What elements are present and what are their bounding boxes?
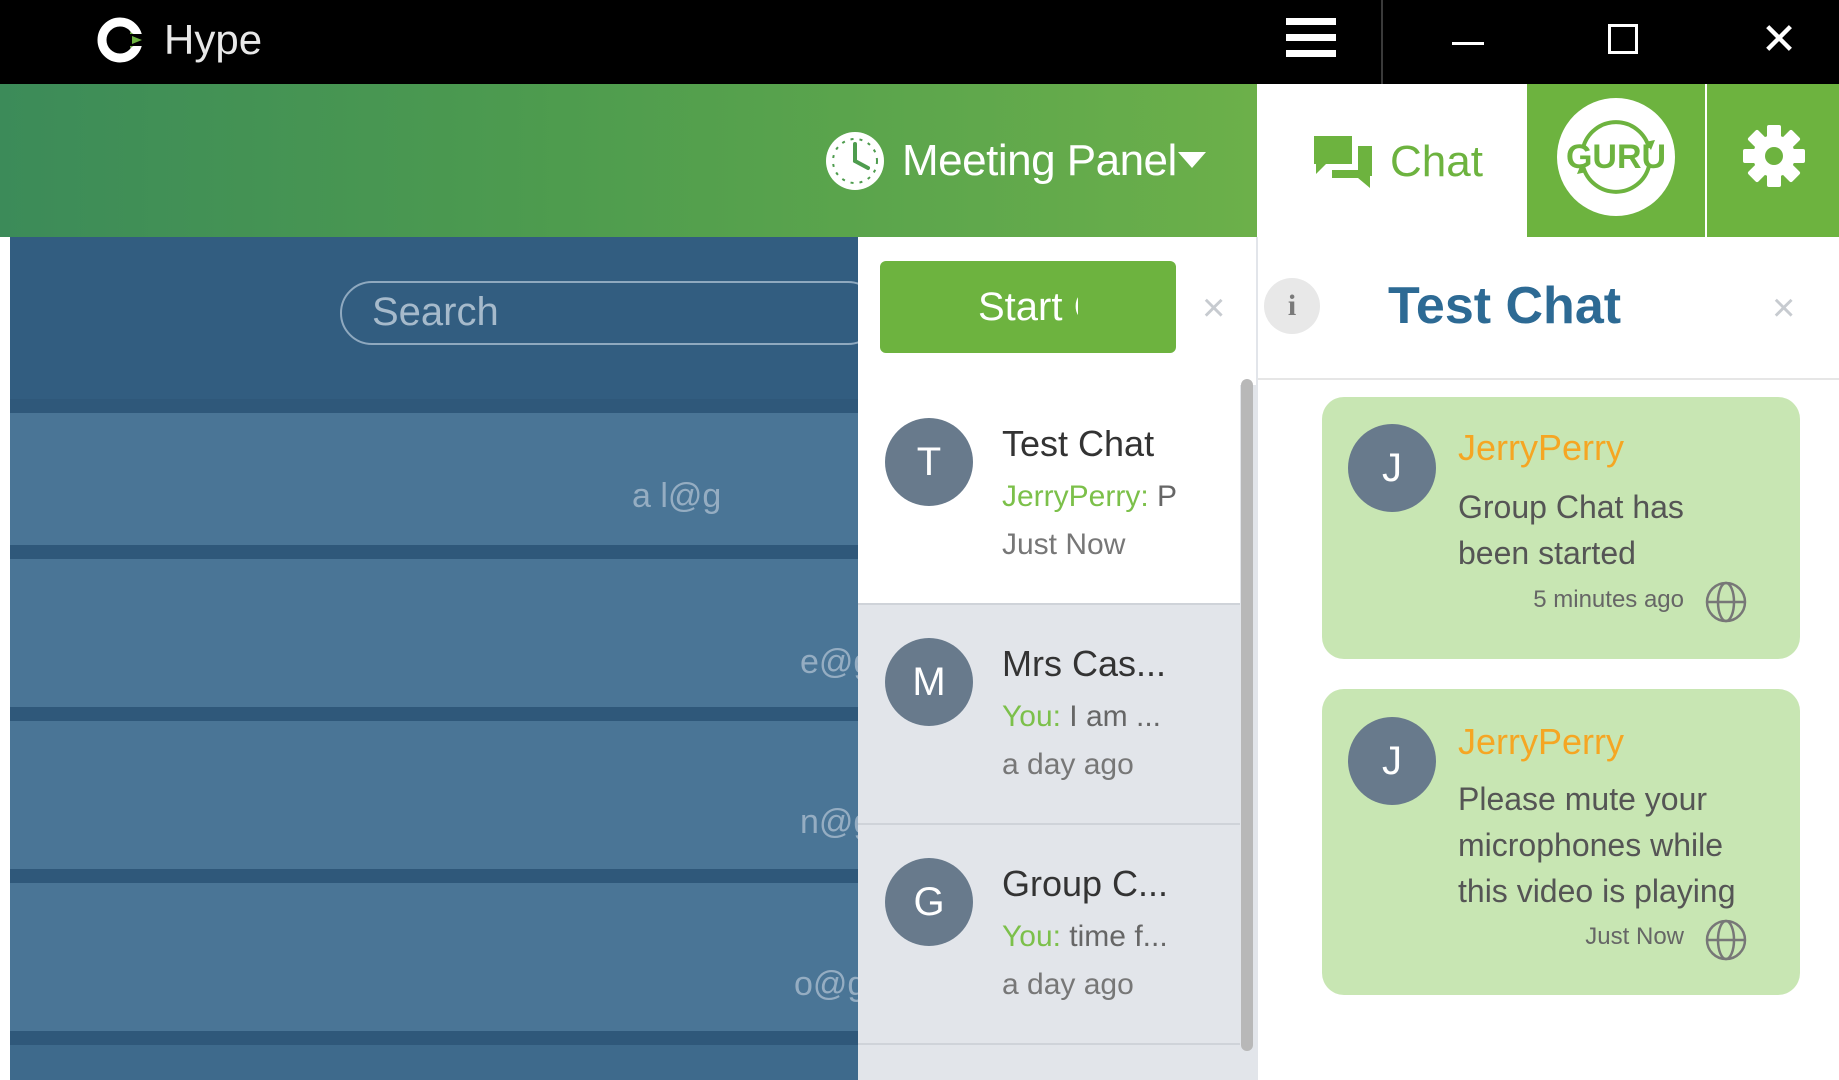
message-sender: JerryPerry (1458, 427, 1625, 468)
snippet-sender: You: (1002, 920, 1061, 953)
chat-list-item-time: a day ago (1002, 968, 1134, 1001)
message-line: been started (1458, 535, 1636, 571)
message-line: microphones while (1458, 827, 1724, 863)
globe-icon (1705, 581, 1747, 623)
chat-list-item-snippet: JerryPerry: P (1002, 478, 1232, 516)
contact-separator (10, 545, 858, 559)
chevron-down-icon[interactable] (1178, 152, 1206, 168)
avatar: J (1348, 424, 1436, 512)
contact-separator (10, 399, 858, 413)
snippet-sender: JerryPerry: (1002, 480, 1149, 513)
avatar: T (885, 418, 973, 506)
tab-chat-label: Chat (1390, 137, 1483, 186)
chat-list-item-title: Test Chat (1002, 423, 1155, 464)
search-placeholder: Search (372, 290, 499, 334)
avatar: M (885, 638, 973, 726)
message-time: 5 minutes ago (1533, 586, 1684, 613)
contact-email: o@g (794, 965, 867, 1003)
snippet-text: time f... (1060, 920, 1168, 953)
contact-row[interactable] (10, 559, 858, 707)
snippet-text: I am ... (1060, 700, 1161, 733)
chat-list-item-snippet: You: time f... (1002, 918, 1168, 956)
start-chat-label: Start Chat (978, 285, 1078, 329)
close-icon[interactable]: ✕ (1760, 18, 1798, 62)
gear-icon[interactable] (1742, 124, 1806, 188)
titlebar-divider (1381, 0, 1383, 84)
clock-icon[interactable] (824, 130, 886, 192)
contact-separator (10, 869, 858, 883)
maximize-icon[interactable] (1608, 24, 1638, 54)
title-bar (0, 0, 1839, 84)
chat-list-item-title: Mrs Cas... (1002, 643, 1167, 684)
avatar: J (1348, 717, 1436, 805)
conversation-title: Test Chat (1388, 277, 1622, 335)
info-icon[interactable]: i (1264, 278, 1320, 334)
message-line: this video is playing (1458, 873, 1736, 909)
message-line: Please mute your (1458, 781, 1708, 817)
avatar: G (885, 858, 973, 946)
chat-list-item-time: a day ago (1002, 748, 1134, 781)
header-divider (1258, 378, 1839, 380)
globe-icon (1705, 919, 1747, 961)
chat-bubbles-icon (1314, 136, 1372, 188)
snippet-text: P (1148, 480, 1178, 513)
chat-list-item-time: Just Now (1002, 528, 1126, 561)
app-title: Hype (164, 16, 263, 63)
contact-separator (10, 1031, 858, 1045)
contact-row[interactable] (10, 721, 858, 869)
snippet-sender: You: (1002, 700, 1061, 733)
close-icon[interactable]: × (1772, 288, 1795, 328)
contact-separator (10, 707, 858, 721)
minimize-icon[interactable] (1448, 20, 1488, 64)
list-divider (858, 1043, 1240, 1045)
message-line: Group Chat has (1458, 489, 1684, 525)
close-icon[interactable]: × (1202, 288, 1225, 328)
guru-label: GURU (1565, 138, 1667, 176)
message-time: Just Now (1585, 923, 1684, 950)
hamburger-menu-icon[interactable] (1286, 18, 1340, 62)
meeting-panel-button[interactable]: Meeting Panel (902, 134, 1177, 188)
contact-row[interactable] (10, 883, 858, 1031)
message-sender: JerryPerry (1458, 721, 1625, 762)
contact-row[interactable] (10, 413, 858, 545)
chat-list-item-snippet: You: I am ... (1002, 698, 1161, 736)
chat-list-item-title: Group C... (1002, 863, 1169, 904)
scrollbar[interactable] (1241, 379, 1253, 1051)
contact-email: a l@g (632, 477, 722, 515)
start-chat-button[interactable]: Start Chat (880, 261, 1176, 353)
hype-logo-icon (97, 17, 148, 63)
